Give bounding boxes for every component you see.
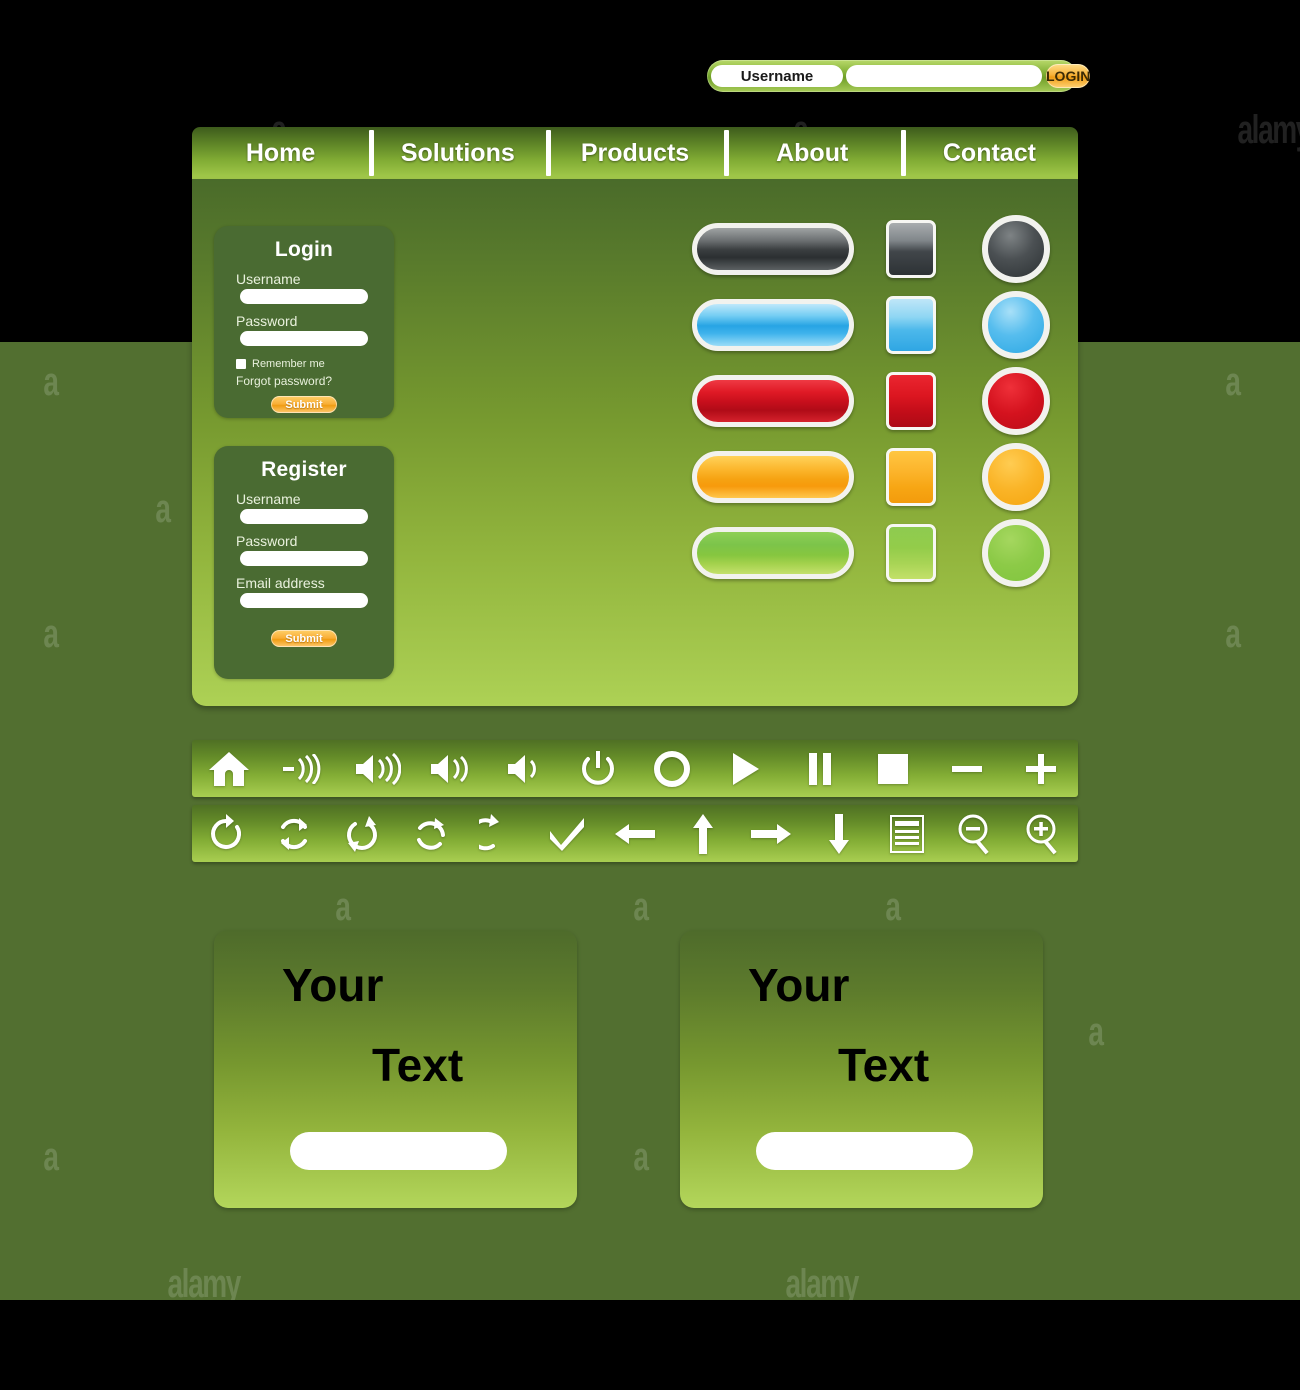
button-row-green [692, 519, 1057, 587]
arrow-down-icon[interactable] [811, 811, 867, 857]
check-icon[interactable] [539, 811, 595, 857]
text-panel-right: Your Text [680, 930, 1043, 1208]
zoom-out-icon[interactable] [948, 811, 1004, 857]
login-username-input[interactable] [240, 289, 368, 304]
showcase-pill-blue[interactable] [692, 299, 854, 351]
arrow-up-icon[interactable] [675, 811, 731, 857]
button-row-red [692, 367, 1057, 435]
text-panel-left-input[interactable] [290, 1132, 507, 1170]
sync-icon[interactable] [266, 811, 322, 857]
top-login-button[interactable]: LOGIN [1046, 64, 1091, 88]
showcase-circle-red[interactable] [982, 367, 1050, 435]
register-form-card: Register Username Password Email address… [214, 446, 394, 679]
register-email-label: Email address [236, 575, 325, 591]
top-username-label: Username [711, 65, 843, 87]
login-password-label: Password [236, 313, 298, 329]
nav-item-home[interactable]: Home [192, 127, 369, 179]
plus-icon[interactable] [1013, 746, 1069, 792]
showcase-circle-grey[interactable] [982, 215, 1050, 283]
showcase-circle-blue[interactable] [982, 291, 1050, 359]
button-showcase [692, 215, 1057, 599]
text-panel-right-input[interactable] [756, 1132, 973, 1170]
main-navigation: Home Solutions Products About Contact [192, 127, 1078, 179]
button-row-blue [692, 291, 1057, 359]
login-password-input[interactable] [240, 331, 368, 346]
showcase-pill-grey[interactable] [692, 223, 854, 275]
register-password-input[interactable] [240, 551, 368, 566]
power-icon[interactable] [570, 746, 626, 792]
showcase-pill-orange[interactable] [692, 451, 854, 503]
remember-me-checkbox[interactable] [236, 359, 246, 369]
record-icon[interactable] [644, 746, 700, 792]
stop-icon[interactable] [865, 746, 921, 792]
showcase-square-green[interactable] [886, 524, 936, 582]
button-row-orange [692, 443, 1057, 511]
screenshot-root: a a alamy a a a a a a a a a a a alamy al… [0, 0, 1300, 1390]
forgot-password-link[interactable]: Forgot password? [236, 374, 394, 388]
rotate-ccw-icon[interactable] [334, 811, 390, 857]
volume-medium-icon[interactable] [422, 746, 478, 792]
showcase-circle-green[interactable] [982, 519, 1050, 587]
volume-mute-icon[interactable] [275, 746, 331, 792]
register-submit-button[interactable]: Submit [271, 630, 337, 647]
text-panel-left: Your Text [214, 930, 577, 1208]
showcase-circle-orange[interactable] [982, 443, 1050, 511]
showcase-square-red[interactable] [886, 372, 936, 430]
list-icon[interactable] [879, 811, 935, 857]
volume-high-icon[interactable] [349, 746, 405, 792]
login-form-card: Login Username Password Remember me Forg… [214, 226, 394, 418]
home-icon[interactable] [201, 746, 257, 792]
nav-item-solutions[interactable]: Solutions [369, 127, 546, 179]
showcase-pill-red[interactable] [692, 375, 854, 427]
nav-item-contact[interactable]: Contact [900, 127, 1078, 179]
watermark-word: alamy [1237, 108, 1300, 152]
register-form-title: Register [261, 458, 347, 481]
arrow-left-icon[interactable] [607, 811, 663, 857]
rotate-cw-icon[interactable] [402, 811, 458, 857]
play-icon[interactable] [718, 746, 774, 792]
nav-item-products[interactable]: Products [546, 127, 723, 179]
remember-me-row: Remember me [236, 358, 394, 370]
remember-me-label: Remember me [252, 358, 325, 370]
top-password-input[interactable] [846, 65, 1042, 87]
action-toolbar [192, 805, 1078, 862]
volume-low-icon[interactable] [496, 746, 552, 792]
main-content-panel: Login Username Password Remember me Forg… [192, 179, 1078, 706]
minus-icon[interactable] [939, 746, 995, 792]
arrow-right-icon[interactable] [743, 811, 799, 857]
button-row-grey [692, 215, 1057, 283]
text-panel-left-line2: Text [372, 1039, 464, 1091]
nav-item-about[interactable]: About [723, 127, 901, 179]
register-username-label: Username [236, 491, 301, 507]
showcase-pill-green[interactable] [692, 527, 854, 579]
showcase-square-blue[interactable] [886, 296, 936, 354]
register-username-input[interactable] [240, 509, 368, 524]
login-submit-button[interactable]: Submit [271, 396, 337, 413]
login-form-title: Login [274, 238, 334, 261]
showcase-square-orange[interactable] [886, 448, 936, 506]
register-password-label: Password [236, 533, 298, 549]
text-panel-right-line2: Text [838, 1039, 930, 1091]
register-email-input[interactable] [240, 593, 368, 608]
footer-bar: alamy Image ID: 2R7J116 www.alamy.com [0, 1300, 1300, 1390]
text-panel-right-line1: Your [748, 959, 850, 1011]
top-login-bar: Username LOGIN [707, 60, 1091, 92]
pause-icon[interactable] [792, 746, 848, 792]
login-username-label: Username [236, 271, 301, 287]
text-panel-left-line1: Your [282, 959, 384, 1011]
refresh-icon[interactable] [198, 811, 254, 857]
zoom-in-icon[interactable] [1016, 811, 1072, 857]
showcase-square-grey[interactable] [886, 220, 936, 278]
media-toolbar [192, 740, 1078, 797]
reload-icon[interactable] [471, 811, 527, 857]
